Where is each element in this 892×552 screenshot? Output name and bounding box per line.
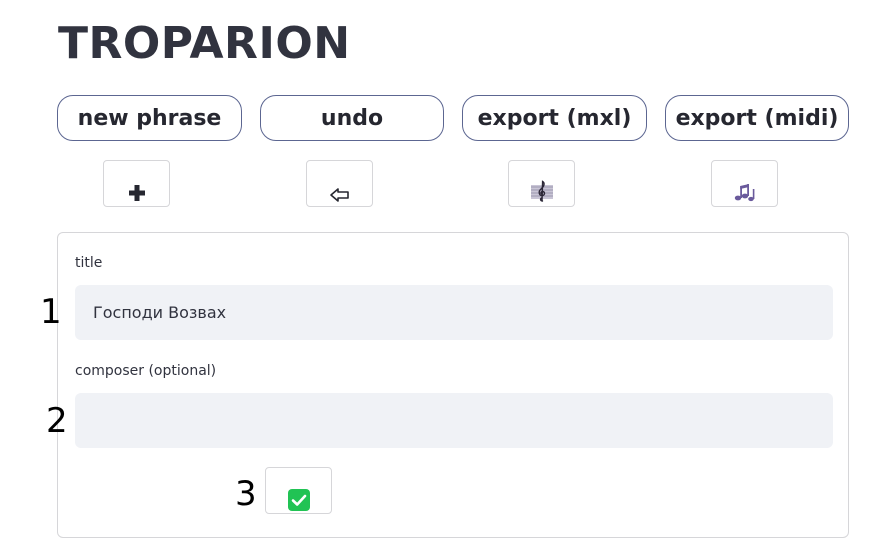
new-phrase-button[interactable]: new phrase [57, 95, 242, 141]
marker-1: 1 [40, 292, 62, 332]
composer-label: composer (optional) [75, 363, 217, 379]
app-title: TROPARION [58, 18, 351, 69]
export-midi-icon-button[interactable] [711, 160, 778, 207]
undo-icon-button[interactable] [306, 160, 373, 207]
check-icon [287, 489, 310, 511]
title-label: title [75, 255, 103, 271]
phrase-form-panel [57, 232, 849, 538]
title-input[interactable]: Господи Возвах [75, 285, 833, 340]
marker-3: 3 [235, 474, 257, 514]
composer-input[interactable] [75, 393, 833, 448]
marker-2: 2 [46, 401, 68, 441]
plus-icon [128, 185, 145, 201]
export-midi-button[interactable]: export (midi) [665, 95, 849, 141]
confirm-button[interactable] [265, 467, 332, 514]
treble-clef-icon [530, 180, 553, 202]
music-notes-icon [734, 184, 754, 202]
export-mxl-button[interactable]: export (mxl) [462, 95, 647, 141]
undo-arrow-icon [329, 188, 349, 202]
new-phrase-icon-button[interactable] [103, 160, 170, 207]
title-input-value: Господи Возвах [93, 303, 227, 322]
undo-button[interactable]: undo [260, 95, 444, 141]
export-mxl-icon-button[interactable] [508, 160, 575, 207]
